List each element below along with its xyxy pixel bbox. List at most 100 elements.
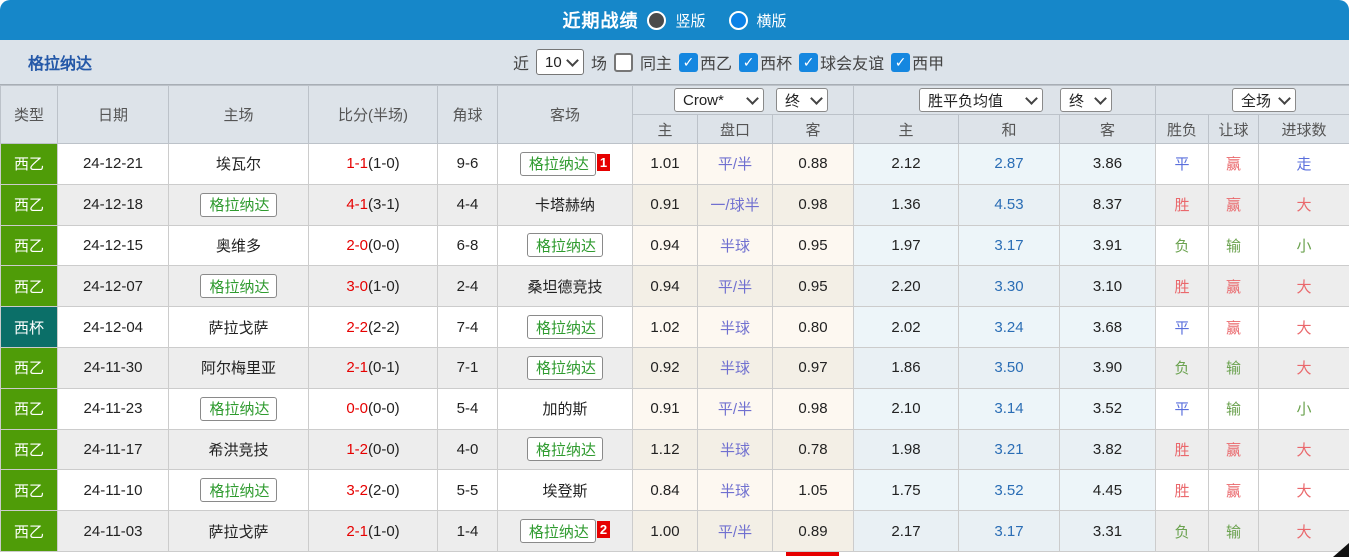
cell-date: 24-12-21	[57, 143, 169, 185]
cell-avg-draw: 3.17	[958, 510, 1061, 552]
cell-away-team[interactable]: 格拉纳达	[497, 224, 633, 267]
average-type-select[interactable]: 胜平负均值	[919, 88, 1044, 112]
team-name[interactable]: 格拉纳达	[200, 192, 277, 217]
cell-result-handicap: 赢	[1208, 183, 1260, 226]
cell-home-team[interactable]: 萨拉戈萨	[168, 306, 309, 348]
next-row-red-marker	[786, 552, 839, 556]
cell-result-handicap: 赢	[1208, 306, 1260, 348]
cell-avg-away: 3.91	[1059, 224, 1157, 267]
cell-away-team[interactable]: 桑坦德竞技	[497, 265, 633, 308]
cell-away-team[interactable]: 加的斯	[497, 387, 633, 430]
cell-result-handicap: 赢	[1208, 428, 1260, 471]
cell-avg-home: 2.20	[853, 265, 960, 308]
team-name[interactable]: 格拉纳达	[526, 437, 603, 462]
team-name[interactable]: 格拉纳达	[526, 233, 603, 258]
team-name[interactable]: 卡塔赫纳	[535, 197, 595, 214]
league-checkbox-xibei[interactable]	[739, 52, 759, 72]
results-table: 类型 日期 主场 比分(半场) 角球 客场 Crow* 终 胜平负均值 终 全场…	[0, 85, 1349, 552]
team-name[interactable]: 格拉纳达	[200, 274, 277, 299]
cell-result-wdl: 负	[1155, 346, 1210, 389]
cell-away-team[interactable]: 格拉纳达 1	[497, 143, 633, 185]
cell-odds-home: 0.91	[632, 387, 698, 430]
cell-odds-away: 0.88	[771, 143, 855, 185]
cell-score: 1-1(1-0)	[308, 143, 438, 185]
team-name[interactable]: 格拉纳达	[519, 519, 596, 544]
team-name[interactable]: 格拉纳达	[200, 396, 277, 421]
cell-avg-draw: 3.50	[958, 346, 1061, 389]
cell-away-team[interactable]: 格拉纳达	[497, 306, 633, 348]
match-scope-select[interactable]: 全场	[1232, 88, 1297, 112]
cell-corners: 6-8	[437, 224, 498, 267]
cell-result-wdl: 平	[1155, 306, 1210, 348]
cell-result-wdl: 平	[1155, 387, 1210, 430]
cell-odds-home: 0.92	[632, 346, 698, 389]
cell-avg-home: 2.12	[853, 143, 960, 185]
chevron-down-icon	[1025, 92, 1038, 105]
cell-home-team[interactable]: 奥维多	[168, 224, 309, 267]
results-table-wrap: 类型 日期 主场 比分(半场) 角球 客场 Crow* 终 胜平负均值 终 全场…	[0, 84, 1349, 552]
league-checkbox-xiyi[interactable]	[679, 52, 699, 72]
team-name[interactable]: 加的斯	[542, 401, 587, 418]
halftime-score: (0-0)	[368, 236, 400, 254]
cell-home-team[interactable]: 格拉纳达	[168, 387, 309, 430]
odds-time-select-2[interactable]: 终	[1060, 88, 1113, 112]
league-checkbox-xijia[interactable]	[891, 52, 911, 72]
cell-result-handicap: 赢	[1208, 469, 1260, 512]
team-name[interactable]: 奥维多	[216, 238, 261, 255]
odds-time-select-1[interactable]: 终	[776, 88, 828, 112]
cell-away-team[interactable]: 埃登斯	[497, 469, 633, 512]
halftime-score: (0-0)	[368, 400, 400, 418]
cell-corners: 9-6	[437, 143, 498, 185]
team-name[interactable]: 格拉纳达	[519, 151, 596, 176]
cell-home-team[interactable]: 格拉纳达	[168, 265, 309, 308]
cell-handicap: 一/球半	[697, 183, 773, 226]
cell-home-team[interactable]: 希洪竞技	[168, 428, 309, 471]
fulltime-score: 3-2	[346, 481, 368, 499]
bookmaker-select[interactable]: Crow*	[674, 88, 764, 112]
layout-horizontal-radio[interactable]	[728, 10, 748, 30]
cell-avg-draw: 3.14	[958, 387, 1061, 430]
team-name[interactable]: 桑坦德竞技	[527, 279, 602, 296]
cell-score: 2-0(0-0)	[308, 224, 438, 267]
cell-home-team[interactable]: 阿尔梅里亚	[168, 346, 309, 389]
team-name[interactable]: 萨拉戈萨	[208, 524, 268, 541]
team-name[interactable]: 萨拉戈萨	[208, 320, 268, 337]
cell-away-team[interactable]: 格拉纳达	[497, 428, 633, 471]
same-home-checkbox[interactable]	[614, 52, 634, 72]
cell-result-goals: 大	[1258, 469, 1349, 512]
team-name[interactable]: 埃瓦尔	[216, 156, 261, 173]
cell-home-team[interactable]: 格拉纳达	[168, 183, 309, 226]
team-name[interactable]: 埃登斯	[542, 483, 587, 500]
layout-horizontal-label[interactable]: 横版	[757, 10, 787, 31]
cell-avg-draw: 3.24	[958, 306, 1061, 348]
layout-vertical-radio[interactable]	[647, 10, 667, 30]
cell-home-team[interactable]: 埃瓦尔	[168, 143, 309, 185]
team-name[interactable]: 格拉纳达	[200, 478, 277, 503]
recent-count-select[interactable]: 10	[536, 49, 585, 75]
filter-controls: 近 10 场 同主 西乙 西杯 球会友谊 西甲	[513, 40, 944, 84]
cell-away-team[interactable]: 卡塔赫纳	[497, 183, 633, 226]
cell-result-wdl: 负	[1155, 224, 1210, 267]
halftime-score: (2-0)	[368, 481, 400, 499]
halftime-score: (1-0)	[368, 522, 400, 540]
team-name[interactable]: 格拉纳达	[526, 355, 603, 380]
cell-avg-away: 3.52	[1059, 387, 1157, 430]
cell-home-team[interactable]: 萨拉戈萨	[168, 510, 309, 552]
cell-odds-home: 1.00	[632, 510, 698, 552]
cell-away-team[interactable]: 格拉纳达	[497, 346, 633, 389]
cell-away-team[interactable]: 格拉纳达 2	[497, 510, 633, 552]
cell-avg-away: 3.68	[1059, 306, 1157, 348]
team-name[interactable]: 阿尔梅里亚	[201, 360, 276, 377]
cell-odds-away: 0.78	[771, 428, 855, 471]
team-name[interactable]: 希洪竞技	[208, 442, 268, 459]
team-name[interactable]: 格拉纳达	[526, 315, 603, 340]
col-header-avg-home: 主	[853, 114, 960, 144]
chevron-down-icon	[746, 92, 759, 105]
table-row: 西乙 24-12-18 格拉纳达 4-1(3-1) 4-4 卡塔赫纳 0.91 一/球半 0.9…	[0, 183, 1349, 226]
league-checkbox-friendly[interactable]	[799, 52, 819, 72]
cell-odds-away: 0.98	[771, 387, 855, 430]
table-row: 西杯 24-12-04 萨拉戈萨 2-2(2-2) 7-4 格拉纳达 1.02 半球 0.80 2…	[0, 306, 1349, 348]
games-label: 场	[591, 56, 608, 73]
cell-home-team[interactable]: 格拉纳达	[168, 469, 309, 512]
layout-vertical-label[interactable]: 竖版	[675, 10, 705, 31]
